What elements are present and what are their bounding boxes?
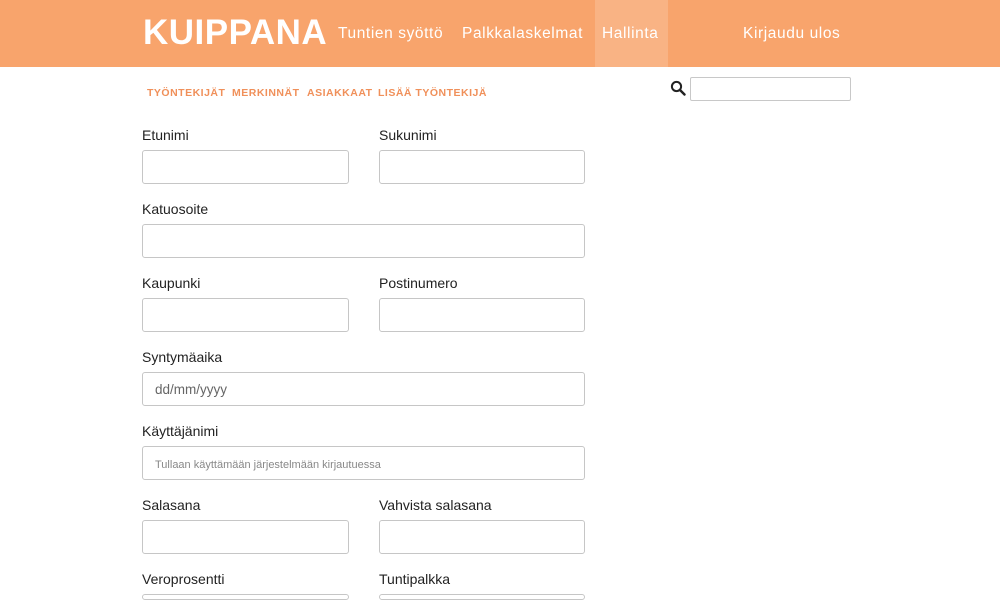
nav-payslips[interactable]: Palkkalaskelmat bbox=[462, 0, 583, 67]
subnav-add-employee[interactable]: LISÄÄ TYÖNTEKIJÄ bbox=[378, 87, 487, 99]
tax-rate-field[interactable] bbox=[142, 594, 349, 600]
subnav-customers[interactable]: ASIAKKAAT bbox=[307, 87, 373, 99]
street-label: Katuosoite bbox=[142, 201, 209, 217]
logout-link[interactable]: Kirjaudu ulos bbox=[743, 0, 840, 67]
username-label: Käyttäjänimi bbox=[142, 423, 219, 439]
postal-code-label: Postinumero bbox=[379, 275, 458, 291]
search-input[interactable] bbox=[690, 77, 851, 101]
nav-admin-active[interactable]: Hallinta bbox=[595, 0, 668, 67]
birthdate-field[interactable] bbox=[142, 372, 585, 406]
street-field[interactable] bbox=[142, 224, 585, 258]
username-field[interactable] bbox=[142, 446, 585, 480]
city-label: Kaupunki bbox=[142, 275, 201, 291]
password-confirm-label: Vahvista salasana bbox=[379, 497, 492, 513]
postal-code-field[interactable] bbox=[379, 298, 585, 332]
first-name-label: Etunimi bbox=[142, 127, 189, 143]
password-field[interactable] bbox=[142, 520, 349, 554]
subnav-employees[interactable]: TYÖNTEKIJÄT bbox=[147, 87, 225, 99]
search-icon[interactable] bbox=[670, 80, 686, 96]
birthdate-label: Syntymäaika bbox=[142, 349, 223, 365]
nav-hour-entry[interactable]: Tuntien syöttö bbox=[338, 0, 443, 67]
brand-logo[interactable]: KUIPPANA bbox=[143, 13, 327, 53]
city-field[interactable] bbox=[142, 298, 349, 332]
last-name-label: Sukunimi bbox=[379, 127, 437, 143]
password-confirm-field[interactable] bbox=[379, 520, 585, 554]
subnav-entries[interactable]: MERKINNÄT bbox=[232, 87, 300, 99]
first-name-field[interactable] bbox=[142, 150, 349, 184]
tax-rate-label: Veroprosentti bbox=[142, 571, 225, 587]
password-label: Salasana bbox=[142, 497, 201, 513]
hourly-wage-label: Tuntipalkka bbox=[379, 571, 451, 587]
last-name-field[interactable] bbox=[379, 150, 585, 184]
hourly-wage-field[interactable] bbox=[379, 594, 585, 600]
top-navbar: KUIPPANA Tuntien syöttö Palkkalaskelmat … bbox=[0, 0, 1000, 67]
